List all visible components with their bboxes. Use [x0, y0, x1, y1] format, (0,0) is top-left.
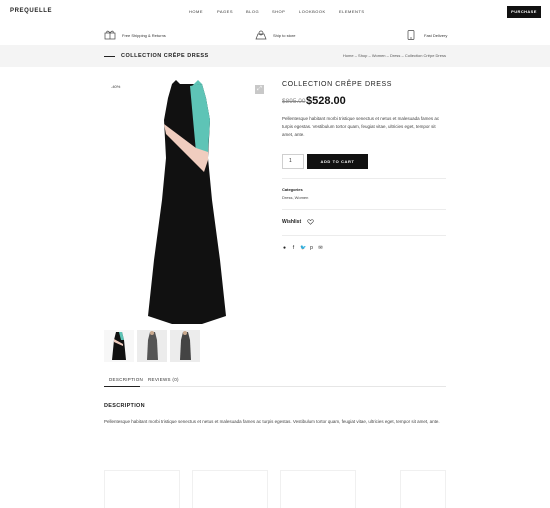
nav-item-lookbook[interactable]: LOOKBOOK — [299, 9, 326, 14]
phone-icon — [407, 30, 415, 40]
page-title-band: COLLECTION CRÊPE DRESS Home – Shop – Wom… — [0, 45, 550, 67]
divider — [282, 209, 446, 210]
description-text: Pellentesque habitant morbi tristique se… — [104, 419, 440, 424]
nav-item-shop[interactable]: SHOP — [272, 9, 285, 14]
categories-label: Categories — [282, 187, 303, 192]
tab-description[interactable]: DESCRIPTION — [109, 377, 143, 382]
categories-value[interactable]: Dress, Women — [282, 195, 308, 200]
price-old: $895.00 — [282, 98, 306, 105]
email-icon[interactable]: ✉ — [318, 246, 323, 251]
breadcrumb[interactable]: Home – Shop – Women – Dress – Collection… — [343, 53, 446, 58]
feature-label: Ship to store — [273, 32, 296, 38]
twitter-icon[interactable]: 🐦 — [300, 246, 306, 251]
wishlist-label: Wishlist — [282, 219, 302, 225]
zoom-icon[interactable]: ⤢ — [255, 85, 264, 94]
related-card[interactable] — [104, 470, 180, 508]
product-tabs: DESCRIPTION REVIEWS (0) — [104, 375, 446, 387]
price-new: $528.00 — [306, 95, 346, 107]
feature-fast-delivery: Fast Delivery — [406, 30, 447, 40]
quantity-input[interactable]: 1 — [282, 154, 304, 169]
purchase-button[interactable]: PURCHASE — [507, 6, 541, 18]
pinterest-icon[interactable]: ● — [282, 246, 287, 251]
title-dash — [104, 56, 115, 57]
divider — [282, 178, 446, 179]
active-tab-indicator — [104, 386, 140, 387]
feature-free-shipping: Free Shipping & Returns — [104, 30, 166, 40]
site-logo[interactable]: PREQUELLE — [10, 8, 52, 14]
share-links: ● f 🐦 p ✉ — [282, 246, 323, 251]
store-icon — [255, 30, 267, 40]
nav-item-pages[interactable]: PAGES — [217, 9, 233, 14]
thumbnail-2[interactable] — [137, 330, 167, 362]
nav-item-home[interactable]: HOME — [189, 9, 203, 14]
related-card[interactable] — [192, 470, 268, 508]
description-heading: DESCRIPTION — [104, 403, 145, 409]
feature-label: Free Shipping & Returns — [122, 32, 166, 38]
product-summary: Pellentesque habitant morbi tristique se… — [282, 116, 440, 138]
product-gallery: -40% ⤢ — [104, 80, 269, 328]
nav-item-elements[interactable]: ELEMENTS — [339, 9, 365, 14]
thumbnail-3[interactable] — [170, 330, 200, 362]
tab-reviews[interactable]: REVIEWS (0) — [148, 377, 179, 382]
related-card[interactable] — [280, 470, 356, 508]
thumbnail-1[interactable] — [104, 330, 134, 362]
divider — [282, 235, 446, 236]
thumbnail-strip — [104, 330, 203, 362]
pin-icon[interactable]: p — [309, 246, 314, 251]
product-main-image[interactable] — [142, 80, 232, 328]
product-title: COLLECTION CRÊPE DRESS — [282, 81, 393, 88]
features-strip: Free Shipping & Returns Ship to store Fa… — [0, 24, 550, 45]
top-header: PREQUELLE HOME PAGES BLOG SHOP LOOKBOOK … — [0, 0, 550, 24]
feature-ship-to-store: Ship to store — [255, 30, 295, 40]
add-to-cart-button[interactable]: ADD TO CART — [307, 154, 368, 169]
discount-badge: -40% — [111, 84, 121, 89]
related-card[interactable] — [400, 470, 446, 508]
nav-item-blog[interactable]: BLOG — [246, 9, 259, 14]
heart-icon — [307, 219, 314, 225]
page-title: COLLECTION CRÊPE DRESS — [121, 53, 209, 59]
wishlist-button[interactable]: Wishlist — [282, 219, 314, 225]
facebook-icon[interactable]: f — [291, 246, 296, 251]
gift-icon — [104, 30, 116, 40]
feature-label: Fast Delivery — [424, 32, 448, 38]
